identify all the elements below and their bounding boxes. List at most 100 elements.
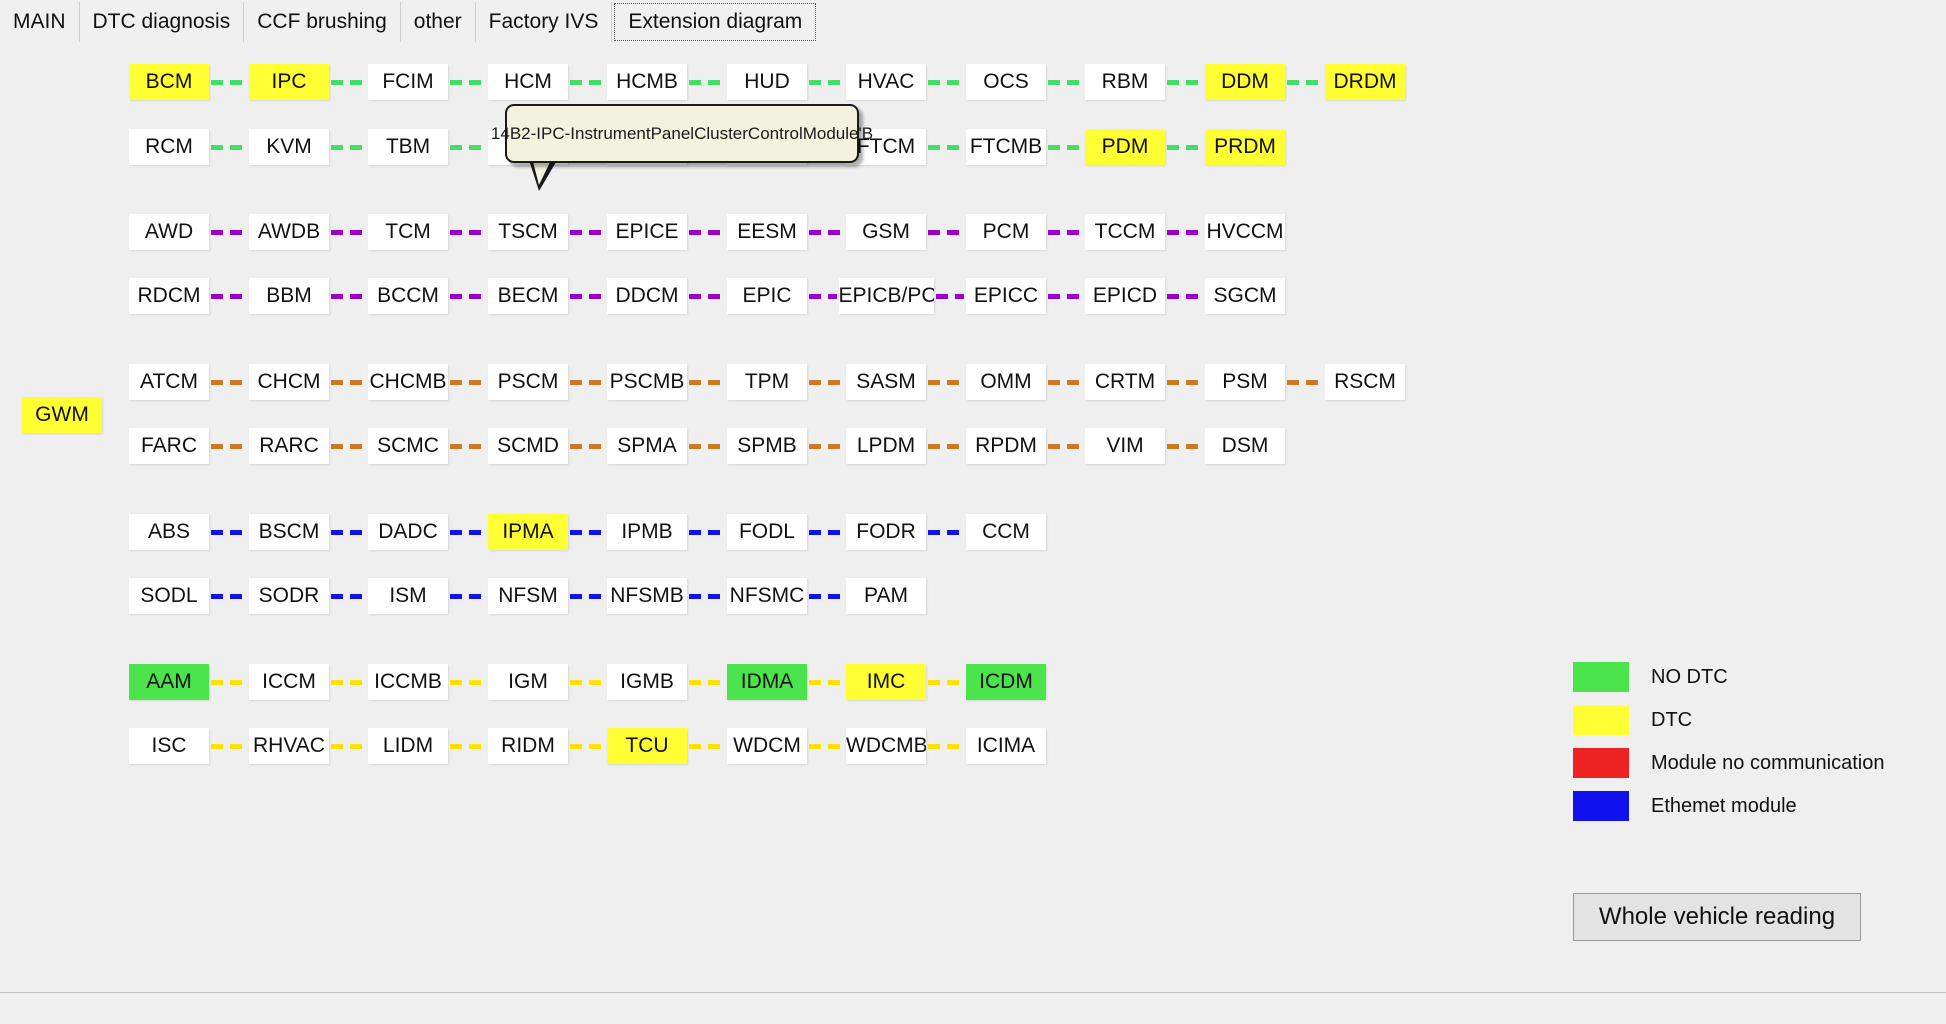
module-ipmb[interactable]: IPMB (607, 514, 687, 550)
module-fcim[interactable]: FCIM (368, 64, 448, 100)
module-wdcm[interactable]: WDCM (727, 728, 807, 764)
module-ddm[interactable]: DDM (1205, 64, 1285, 100)
module-tcm[interactable]: TCM (368, 214, 448, 250)
bus-link-ethernet-blue (331, 594, 366, 599)
module-sodr[interactable]: SODR (249, 578, 329, 614)
module-atcm[interactable]: ATCM (129, 364, 209, 400)
module-bccm[interactable]: BCCM (368, 278, 448, 314)
module-gsm[interactable]: GSM (846, 214, 926, 250)
module-prdm[interactable]: PRDM (1205, 129, 1285, 165)
module-vim[interactable]: VIM (1085, 428, 1165, 464)
module-hcmb[interactable]: HCMB (607, 64, 687, 100)
module-awdb[interactable]: AWDB (249, 214, 329, 250)
module-epicc[interactable]: EPICC (966, 278, 1046, 314)
module-ipma[interactable]: IPMA (488, 514, 568, 550)
module-awd[interactable]: AWD (129, 214, 209, 250)
module-gwm[interactable]: GWM (22, 397, 102, 433)
module-spma[interactable]: SPMA (607, 428, 687, 464)
module-ccm[interactable]: CCM (966, 514, 1046, 550)
module-omm[interactable]: OMM (966, 364, 1046, 400)
module-wdcmb[interactable]: WDCMB (846, 728, 926, 764)
tab-other[interactable]: other (400, 2, 476, 42)
module-spmb[interactable]: SPMB (727, 428, 807, 464)
module-dsm[interactable]: DSM (1205, 428, 1285, 464)
module-rscm[interactable]: RSCM (1325, 364, 1405, 400)
module-epicb-pcm[interactable]: EPICB/PCM (838, 278, 934, 314)
tab-ccf-brushing[interactable]: CCF brushing (244, 2, 401, 42)
module-rhvac[interactable]: RHVAC (249, 728, 329, 764)
module-iccmb[interactable]: ICCMB (368, 664, 448, 700)
module-bcm[interactable]: BCM (129, 64, 209, 100)
module-hvccm[interactable]: HVCCM (1205, 214, 1285, 250)
module-tcu[interactable]: TCU (607, 728, 687, 764)
module-igmb[interactable]: IGMB (607, 664, 687, 700)
module-idma[interactable]: IDMA (727, 664, 807, 700)
module-epice[interactable]: EPICE (607, 214, 687, 250)
module-pscm[interactable]: PSCM (488, 364, 568, 400)
module-epicd[interactable]: EPICD (1085, 278, 1165, 314)
module-ism[interactable]: ISM (368, 578, 448, 614)
module-rcm[interactable]: RCM (129, 129, 209, 165)
module-fodr[interactable]: FODR (846, 514, 926, 550)
module-imc[interactable]: IMC (846, 664, 926, 700)
module-scmc[interactable]: SCMC (368, 428, 448, 464)
module-icima[interactable]: ICIMA (966, 728, 1046, 764)
bus-link-ms-can-brown (928, 444, 964, 449)
module-farc[interactable]: FARC (129, 428, 209, 464)
module-rarc[interactable]: RARC (249, 428, 329, 464)
module-becm[interactable]: BECM (488, 278, 568, 314)
module-ftcmb[interactable]: FTCMB (966, 129, 1046, 165)
module-drdm[interactable]: DRDM (1325, 64, 1405, 100)
module-rpdm[interactable]: RPDM (966, 428, 1046, 464)
module-kvm[interactable]: KVM (249, 129, 329, 165)
module-lpdm[interactable]: LPDM (846, 428, 926, 464)
module-rbm[interactable]: RBM (1085, 64, 1165, 100)
module-sgcm[interactable]: SGCM (1205, 278, 1285, 314)
module-aam[interactable]: AAM (129, 664, 209, 700)
module-hcm[interactable]: HCM (488, 64, 568, 100)
tab-factory-ivs[interactable]: Factory IVS (475, 2, 613, 42)
module-ddcm[interactable]: DDCM (607, 278, 687, 314)
module-lidm[interactable]: LIDM (368, 728, 448, 764)
module-tpm[interactable]: TPM (727, 364, 807, 400)
module-tccm[interactable]: TCCM (1085, 214, 1165, 250)
module-pdm[interactable]: PDM (1085, 129, 1165, 165)
tab-extension-diagram[interactable]: Extension diagram (614, 3, 817, 41)
module-pam[interactable]: PAM (846, 578, 926, 614)
module-tscm[interactable]: TSCM (488, 214, 568, 250)
module-hvac[interactable]: HVAC (846, 64, 926, 100)
module-ridm[interactable]: RIDM (488, 728, 568, 764)
module-tbm[interactable]: TBM (368, 129, 448, 165)
module-crtm[interactable]: CRTM (1085, 364, 1165, 400)
module-bbm[interactable]: BBM (249, 278, 329, 314)
module-rdcm[interactable]: RDCM (129, 278, 209, 314)
module-pscmb[interactable]: PSCMB (607, 364, 687, 400)
module-iccm[interactable]: ICCM (249, 664, 329, 700)
module-chcm[interactable]: CHCM (249, 364, 329, 400)
module-bscm[interactable]: BSCM (249, 514, 329, 550)
module-nfsmc[interactable]: NFSMC (727, 578, 807, 614)
module-eesm[interactable]: EESM (727, 214, 807, 250)
module-nfsm[interactable]: NFSM (488, 578, 568, 614)
module-abs[interactable]: ABS (129, 514, 209, 550)
module-epic[interactable]: EPIC (727, 278, 807, 314)
module-pcm[interactable]: PCM (966, 214, 1046, 250)
module-psm[interactable]: PSM (1205, 364, 1285, 400)
bus-link-hs-can-purple (570, 230, 605, 235)
whole-vehicle-reading-button[interactable]: Whole vehicle reading (1573, 893, 1861, 941)
module-sasm[interactable]: SASM (846, 364, 926, 400)
module-scmd[interactable]: SCMD (488, 428, 568, 464)
module-ocs[interactable]: OCS (966, 64, 1046, 100)
module-nfsmb[interactable]: NFSMB (607, 578, 687, 614)
tab-dtc-diagnosis[interactable]: DTC diagnosis (79, 2, 245, 42)
module-hud[interactable]: HUD (727, 64, 807, 100)
module-sodl[interactable]: SODL (129, 578, 209, 614)
module-igm[interactable]: IGM (488, 664, 568, 700)
module-chcmb[interactable]: CHCMB (368, 364, 448, 400)
module-fodl[interactable]: FODL (727, 514, 807, 550)
module-dadc[interactable]: DADC (368, 514, 448, 550)
module-ipc[interactable]: IPC (249, 64, 329, 100)
module-icdm[interactable]: ICDM (966, 664, 1046, 700)
tab-main[interactable]: MAIN (0, 2, 80, 42)
module-isc[interactable]: ISC (129, 728, 209, 764)
